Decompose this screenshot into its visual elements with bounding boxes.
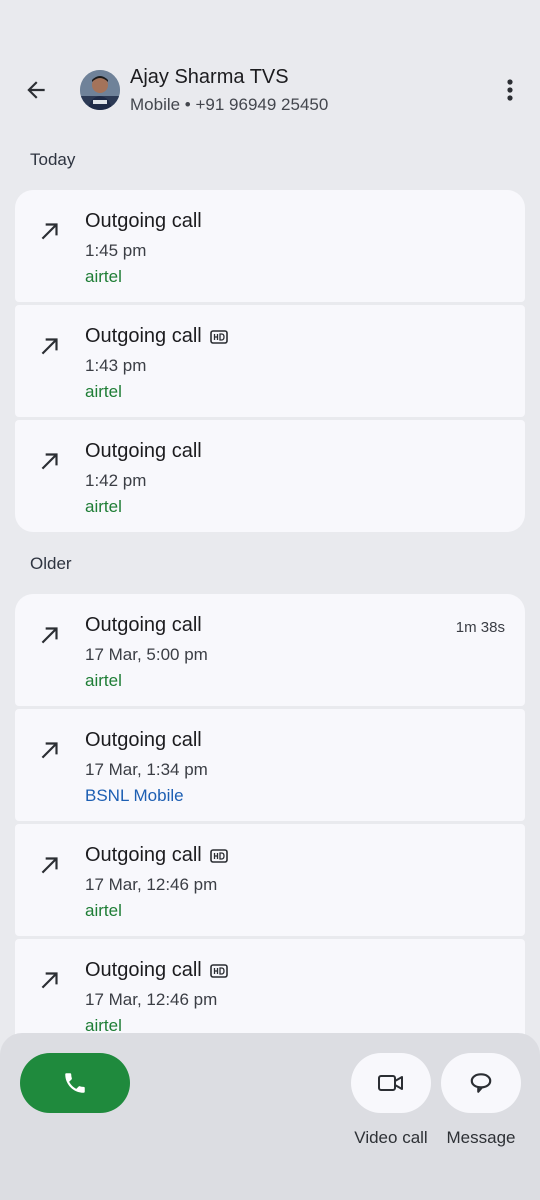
section-label-older: Older bbox=[30, 554, 72, 573]
avatar[interactable] bbox=[80, 70, 120, 110]
call-type: Outgoing call bbox=[85, 844, 228, 867]
call-entry[interactable]: Outgoing call 1:43 pm airtel bbox=[15, 305, 525, 417]
video-call-button[interactable] bbox=[351, 1053, 431, 1113]
call-type: Outgoing call bbox=[85, 614, 202, 636]
call-carrier: airtel bbox=[85, 267, 122, 286]
call-time: 17 Mar, 12:46 pm bbox=[85, 875, 218, 894]
call-time: 1:43 pm bbox=[85, 356, 147, 375]
message-button[interactable] bbox=[441, 1053, 521, 1113]
call-type: Outgoing call bbox=[85, 729, 202, 751]
back-arrow-icon bbox=[27, 81, 45, 99]
more-vert-icon bbox=[507, 79, 513, 101]
call-time: 1:45 pm bbox=[85, 241, 147, 260]
call-carrier: airtel bbox=[85, 901, 122, 920]
hd-icon bbox=[209, 848, 228, 863]
outgoing-call-icon bbox=[41, 857, 58, 874]
outgoing-call-icon bbox=[41, 972, 58, 989]
hd-icon bbox=[209, 963, 228, 978]
call-carrier: airtel bbox=[85, 497, 122, 516]
section-label-today: Today bbox=[30, 150, 76, 169]
call-carrier: airtel bbox=[85, 671, 122, 690]
call-time: 17 Mar, 5:00 pm bbox=[85, 645, 208, 664]
older-call-group: Outgoing call 1m 38s 17 Mar, 5:00 pm air… bbox=[15, 594, 525, 1051]
today-call-group: Outgoing call 1:45 pm airtel Outgoing ca… bbox=[15, 190, 525, 532]
more-options-button[interactable] bbox=[494, 72, 526, 108]
video-call-label: Video call bbox=[354, 1128, 428, 1147]
call-carrier: airtel bbox=[85, 382, 122, 401]
call-carrier: BSNL Mobile bbox=[85, 786, 184, 805]
call-type: Outgoing call bbox=[85, 440, 202, 462]
call-time: 1:42 pm bbox=[85, 471, 147, 490]
call-entry[interactable]: Outgoing call 1:45 pm airtel bbox=[15, 190, 525, 302]
call-type: Outgoing call bbox=[85, 959, 228, 982]
bottom-action-bar: Video call Message bbox=[0, 1033, 540, 1200]
back-button[interactable] bbox=[18, 72, 54, 108]
videocam-icon bbox=[378, 1075, 403, 1091]
contact-number: Mobile • +91 96949 25450 bbox=[130, 95, 329, 114]
outgoing-call-icon bbox=[41, 742, 58, 759]
phone-icon bbox=[65, 1073, 85, 1093]
call-entry[interactable]: Outgoing call 1:42 pm airtel bbox=[15, 420, 525, 532]
call-entry[interactable]: Outgoing call 17 Mar, 1:34 pm BSNL Mobil… bbox=[15, 709, 525, 821]
call-time: 17 Mar, 12:46 pm bbox=[85, 990, 218, 1009]
call-type: Outgoing call bbox=[85, 210, 202, 232]
outgoing-call-icon bbox=[41, 223, 58, 240]
outgoing-call-icon bbox=[41, 627, 58, 644]
call-entry[interactable]: Outgoing call 17 Mar, 12:46 pm airtel bbox=[15, 824, 525, 936]
call-button[interactable] bbox=[20, 1053, 130, 1113]
hd-icon bbox=[209, 329, 228, 344]
contact-header: Ajay Sharma TVS Mobile • +91 96949 25450 bbox=[0, 60, 540, 124]
call-duration: 1m 38s bbox=[455, 619, 505, 636]
outgoing-call-icon bbox=[41, 338, 58, 355]
call-type: Outgoing call bbox=[85, 325, 228, 348]
avatar-photo bbox=[80, 70, 120, 110]
message-icon bbox=[470, 1073, 492, 1093]
call-entry[interactable]: Outgoing call 1m 38s 17 Mar, 5:00 pm air… bbox=[15, 594, 525, 706]
contact-name: Ajay Sharma TVS bbox=[130, 66, 289, 88]
call-time: 17 Mar, 1:34 pm bbox=[85, 760, 208, 779]
outgoing-call-icon bbox=[41, 453, 58, 470]
message-label: Message bbox=[446, 1128, 516, 1147]
